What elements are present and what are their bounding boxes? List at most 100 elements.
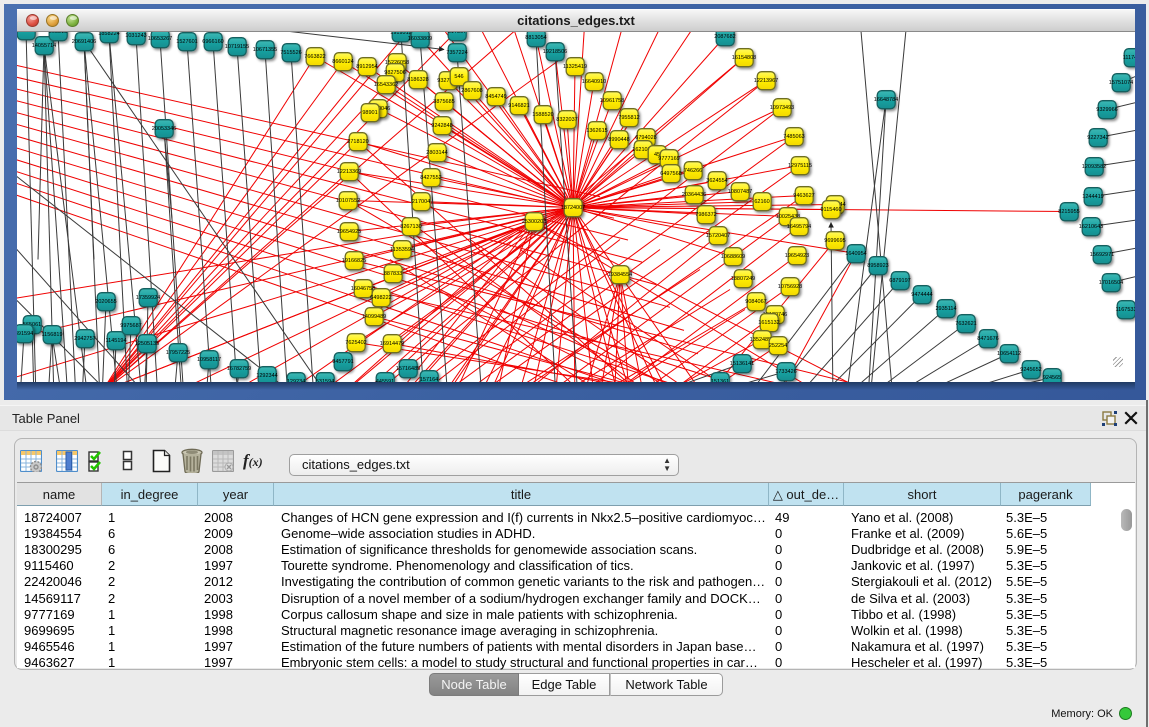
svg-text:10107552: 10107552	[336, 198, 360, 204]
svg-text:1244419: 1244419	[1082, 194, 1103, 200]
svg-text:217004: 217004	[412, 199, 430, 205]
svg-text:8990448: 8990448	[608, 137, 629, 143]
svg-text:19384554: 19384554	[608, 272, 632, 278]
svg-text:1145194: 1145194	[105, 338, 126, 344]
svg-text:6879197: 6879197	[889, 278, 910, 284]
svg-text:19654923: 19654923	[785, 253, 809, 259]
svg-text:9245652: 9245652	[1020, 367, 1041, 373]
svg-text:15716485: 15716485	[396, 366, 420, 372]
svg-text:10719155: 10719155	[225, 44, 249, 50]
svg-text:10973493: 10973493	[770, 105, 794, 111]
svg-text:1919515: 1919515	[390, 32, 411, 36]
svg-text:2718120: 2718120	[347, 139, 368, 145]
svg-text:10958117: 10958117	[197, 357, 221, 363]
svg-text:1156819: 1156819	[41, 332, 62, 338]
svg-text:8660124: 8660124	[332, 59, 353, 65]
svg-text:17016504: 17016504	[1099, 280, 1123, 286]
svg-text:12975115: 12975115	[788, 163, 812, 169]
svg-text:9242848: 9242848	[431, 123, 452, 129]
svg-text:1615132: 1615132	[758, 320, 779, 326]
svg-text:8186328: 8186328	[407, 77, 428, 83]
svg-text:6794028: 6794028	[635, 135, 656, 141]
svg-text:16154808: 16154808	[732, 55, 756, 61]
svg-text:16648784: 16648784	[874, 97, 898, 103]
svg-text:1292344: 1292344	[256, 373, 277, 379]
svg-text:17957225: 17957225	[166, 350, 190, 356]
svg-text:391594: 391594	[17, 331, 33, 337]
svg-text:3875685: 3875685	[433, 99, 454, 105]
svg-text:9329966: 9329966	[1096, 107, 1117, 113]
svg-text:16914479: 16914479	[380, 341, 404, 347]
svg-text:252254: 252254	[769, 343, 787, 349]
svg-text:7625402: 7625402	[345, 340, 366, 346]
svg-text:18724007: 18724007	[561, 205, 585, 211]
svg-text:6966160: 6966160	[202, 39, 223, 45]
svg-text:15720407: 15720407	[706, 233, 730, 239]
svg-text:8427552: 8427552	[420, 175, 441, 181]
svg-text:11353594: 11353594	[390, 247, 414, 253]
svg-text:1167533: 1167533	[1115, 307, 1135, 313]
svg-text:8215955: 8215955	[1058, 209, 1079, 215]
svg-text:1117404: 1117404	[1123, 55, 1135, 61]
svg-text:8322037: 8322037	[556, 117, 577, 123]
svg-text:817307: 817307	[448, 32, 466, 35]
svg-text:9777169: 9777169	[658, 156, 679, 162]
svg-text:12093582: 12093582	[1082, 164, 1106, 170]
svg-text:9474444: 9474444	[911, 292, 932, 298]
svg-text:10654112: 10654112	[997, 351, 1021, 357]
svg-text:2942757: 2942757	[74, 336, 95, 342]
svg-text:16210643: 16210643	[1079, 224, 1103, 230]
svg-text:10961758: 10961758	[600, 98, 624, 104]
svg-text:10653267: 10653267	[148, 36, 172, 42]
svg-text:2867608: 2867608	[461, 88, 482, 94]
svg-text:17359924: 17359924	[136, 295, 160, 301]
svg-text:2087682: 2087682	[714, 34, 735, 40]
svg-text:16495794: 16495794	[787, 224, 811, 230]
svg-text:10756928: 10756928	[778, 284, 802, 290]
svg-text:10671355: 10671355	[253, 47, 277, 53]
svg-text:903313: 903313	[49, 32, 67, 35]
svg-text:8912954: 8912954	[356, 64, 377, 70]
svg-text:9975687: 9975687	[120, 323, 141, 329]
svg-text:2405571: 2405571	[17, 32, 37, 34]
svg-text:924565: 924565	[1043, 375, 1061, 381]
svg-text:9457791: 9457791	[332, 359, 353, 365]
svg-text:9227342: 9227342	[1087, 135, 1108, 141]
svg-text:7357224: 7357224	[446, 50, 467, 56]
svg-text:16543362: 16543362	[374, 82, 398, 88]
svg-text:1640954: 1640954	[845, 251, 866, 257]
svg-text:2020655: 2020655	[95, 299, 116, 305]
svg-text:10807487: 10807487	[728, 189, 752, 195]
svg-text:8454749: 8454749	[485, 94, 506, 100]
svg-text:1527601: 1527601	[176, 39, 197, 45]
svg-text:9115460: 9115460	[820, 207, 841, 213]
svg-text:8958923: 8958923	[867, 263, 888, 269]
svg-text:12505135: 12505135	[135, 341, 159, 347]
svg-text:1362615: 1362615	[586, 128, 607, 134]
svg-text:3624554: 3624554	[706, 178, 727, 184]
svg-text:16782759: 16782759	[227, 366, 251, 372]
svg-text:19654925: 19654925	[337, 229, 361, 235]
svg-text:18807249: 18807249	[731, 276, 755, 282]
svg-text:20053346: 20053346	[152, 126, 176, 132]
svg-text:10688609: 10688609	[721, 254, 745, 260]
svg-text:7663822: 7663822	[304, 54, 325, 60]
svg-text:8471676: 8471676	[977, 336, 998, 342]
svg-text:2935114: 2935114	[935, 306, 956, 312]
svg-text:12213369: 12213369	[337, 169, 361, 175]
svg-text:3267130: 3267130	[400, 224, 421, 230]
svg-text:7986372: 7986372	[695, 212, 716, 218]
svg-text:2803144: 2803144	[426, 150, 447, 156]
svg-text:11325419: 11325419	[563, 64, 587, 70]
svg-text:16033809: 16033809	[408, 36, 432, 42]
svg-text:546: 546	[454, 74, 463, 80]
svg-text:19218506: 19218506	[543, 49, 567, 55]
svg-text:15751074: 15751074	[1109, 80, 1133, 86]
svg-text:25300203: 25300203	[522, 219, 546, 225]
svg-text:16046758: 16046758	[351, 286, 375, 292]
svg-text:62160: 62160	[754, 199, 769, 205]
svg-text:9084067: 9084067	[745, 299, 766, 305]
svg-text:12213967: 12213967	[754, 78, 778, 84]
svg-text:15136141: 15136141	[730, 361, 754, 367]
svg-text:19166825: 19166825	[342, 258, 366, 264]
